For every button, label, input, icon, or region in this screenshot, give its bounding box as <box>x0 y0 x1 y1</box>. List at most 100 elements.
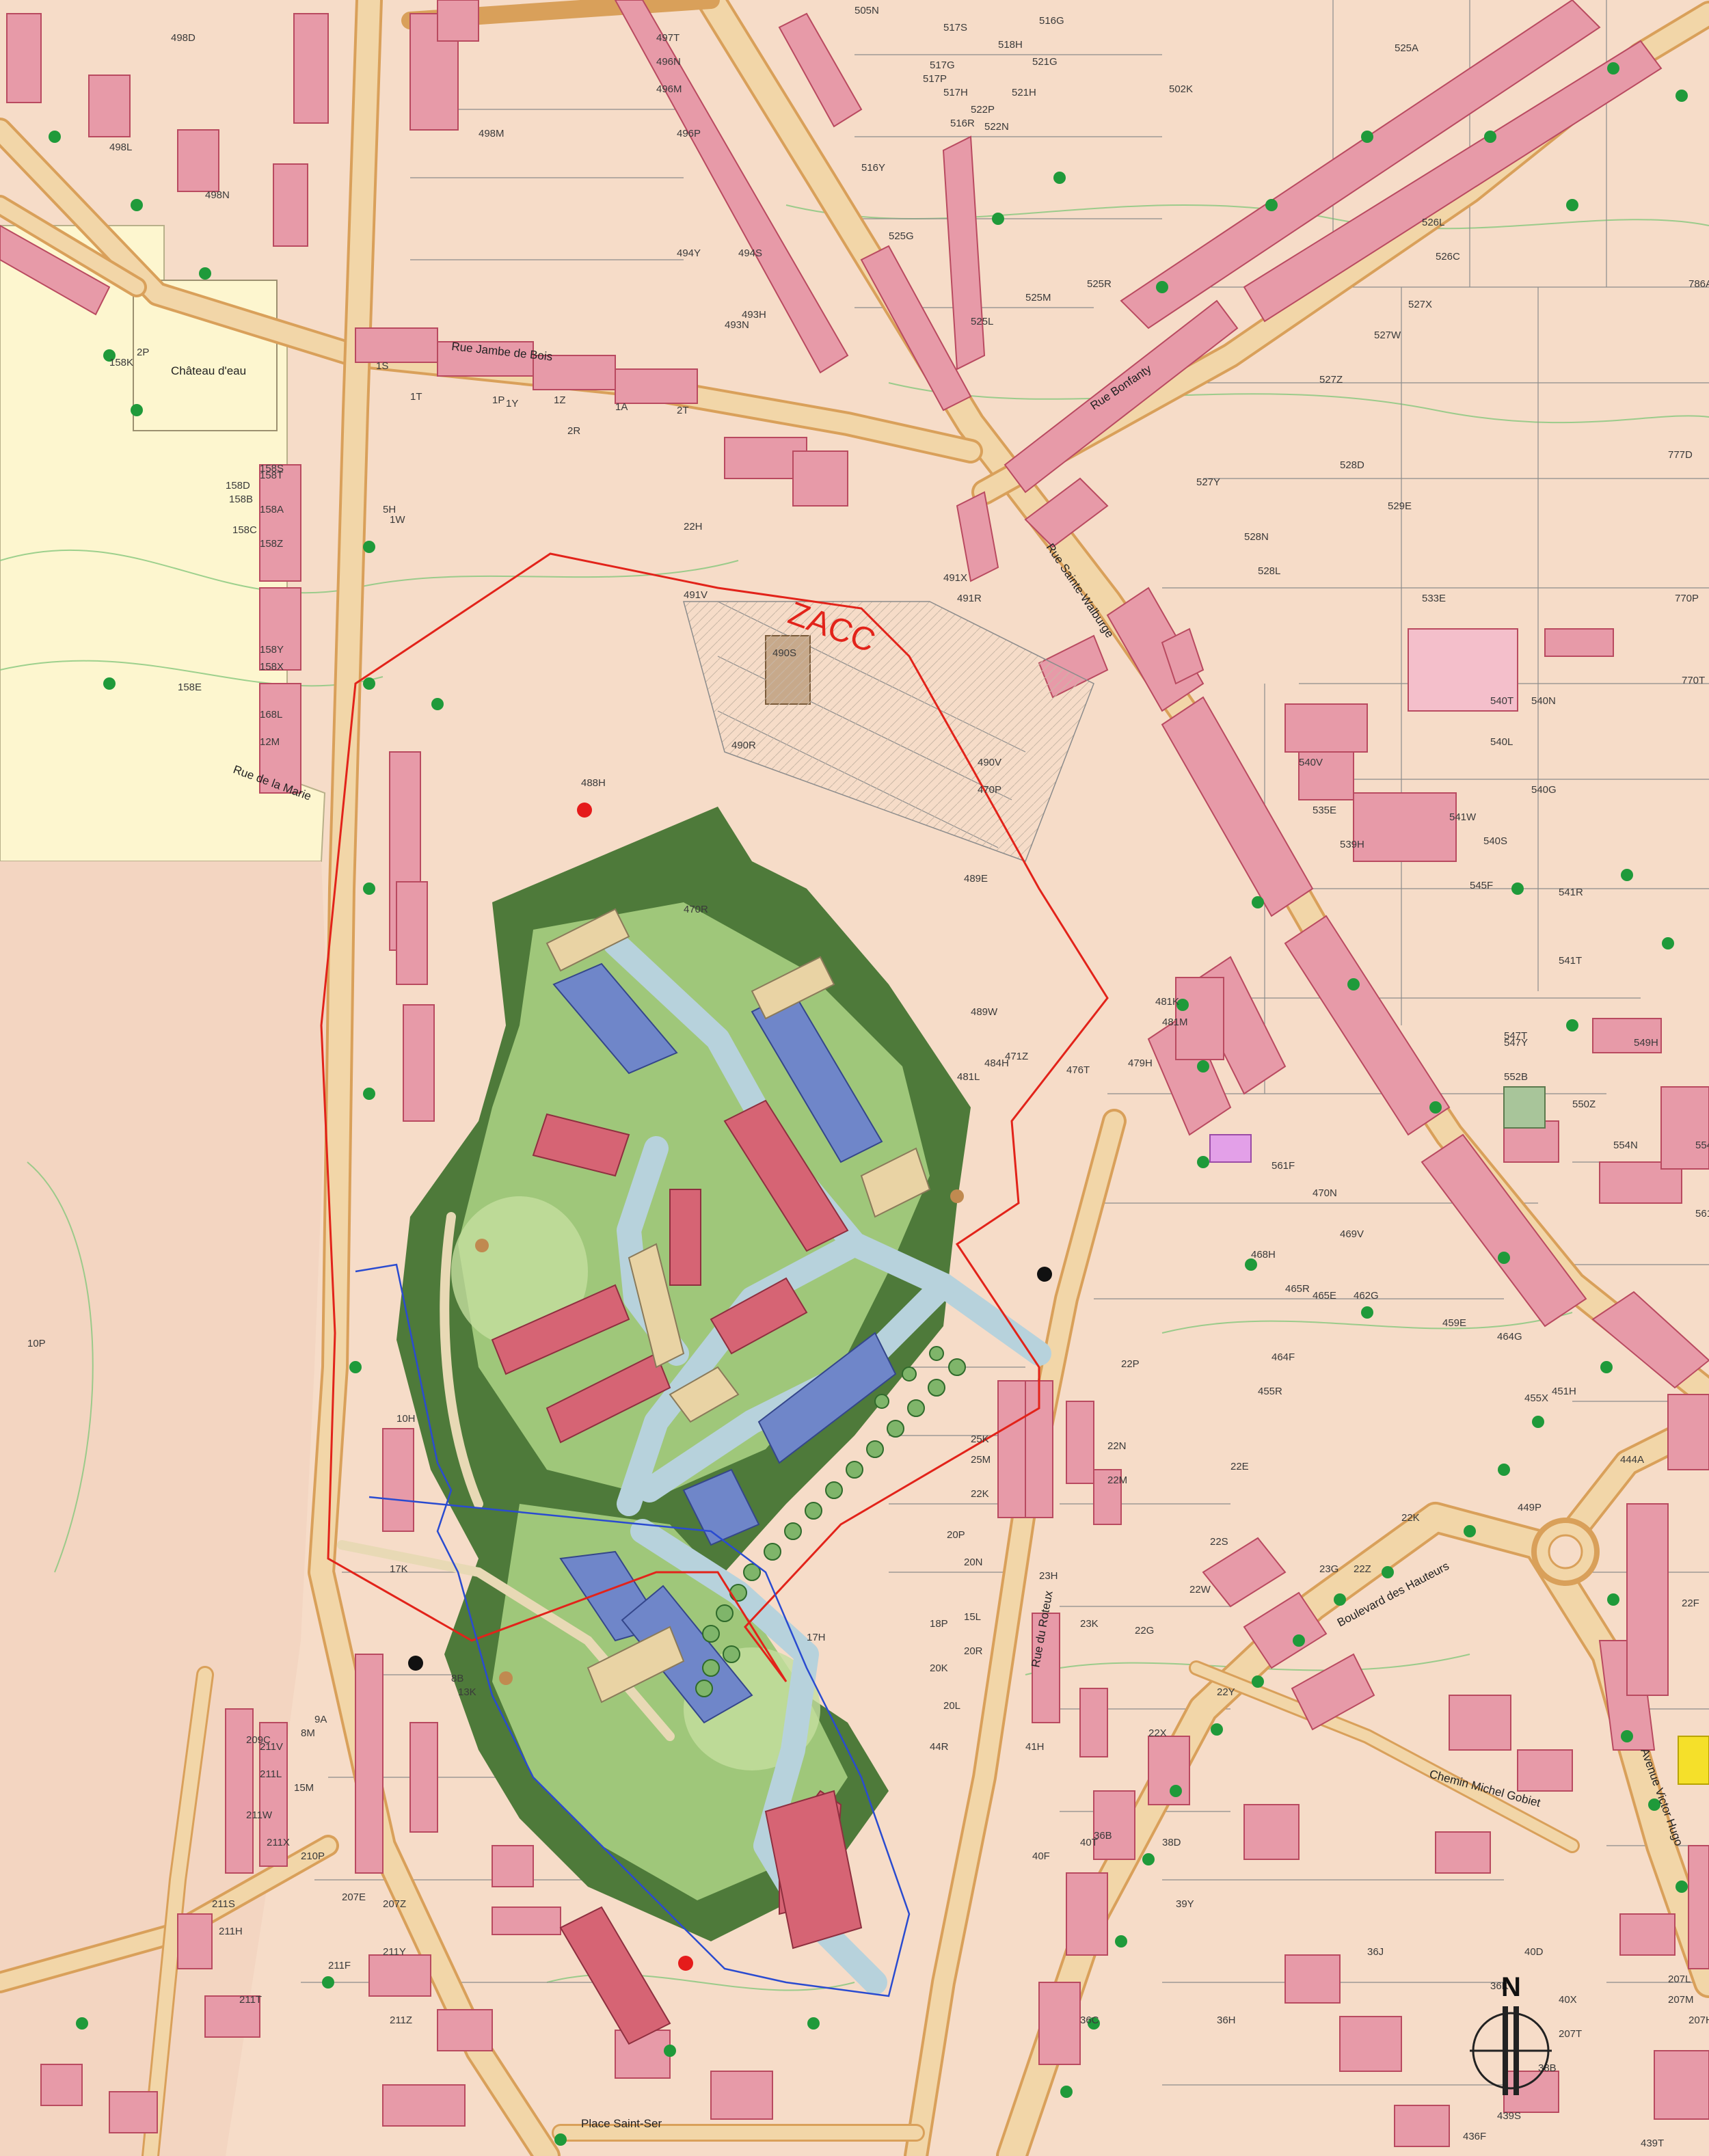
parcel-number-label: 22N <box>1107 1440 1127 1452</box>
parcel-number-label: 44R <box>930 1741 949 1753</box>
parcel-number-label: 481M <box>1162 1016 1188 1028</box>
parcel-number-label: 209C <box>246 1734 271 1746</box>
parcel-number-label: 211W <box>246 1809 273 1821</box>
parcel-number-label: 491X <box>943 572 967 584</box>
parcel-number-label: 210P <box>301 1850 325 1862</box>
parcel-number-label: 533E <box>1422 593 1446 604</box>
parcel-number-label: 2T <box>677 405 689 416</box>
parcel-number-label: 525M <box>1025 292 1051 304</box>
parcel-number-label: 1T <box>410 391 422 403</box>
parcel-number-label: 207Z <box>383 1898 406 1910</box>
parcel-number-label: 436F <box>1463 2131 1486 2142</box>
parcel-number-label: 770P <box>1675 593 1699 604</box>
parcel-number-label: 22Z <box>1354 1563 1371 1575</box>
parcel-number-label: 490S <box>772 647 796 659</box>
parcel-number-label: 40X <box>1559 1994 1577 2006</box>
street-label-chateau-deau: Château d'eau <box>171 364 246 377</box>
parcel-number-label: 494S <box>738 247 762 259</box>
parcel-number-label: 525R <box>1087 278 1112 290</box>
parcel-number-label: 455X <box>1524 1392 1548 1404</box>
parcel-number-label: 158T <box>260 470 283 481</box>
parcel-number-label: 494Y <box>677 247 701 259</box>
parcel-number-label: 521G <box>1032 56 1058 68</box>
yellow-facility <box>1678 1736 1709 1785</box>
parcel-number-label: 550Z <box>1572 1099 1596 1110</box>
parcel-number-label: 2P <box>137 347 149 358</box>
parcel-number-label: 540S <box>1483 835 1507 847</box>
parcel-number-label: 207E <box>342 1891 366 1903</box>
parcel-number-label: 207T <box>1559 2028 1582 2040</box>
parcel-number-label: 462G <box>1354 1290 1379 1302</box>
parcel-number-label: 468H <box>1251 1249 1276 1261</box>
parcel-number-label: 158K <box>109 357 133 368</box>
parcel-number-label: 211T <box>239 1994 262 2006</box>
parcel-number-label: 22H <box>684 521 703 533</box>
parcel-number-label: 489W <box>971 1006 998 1018</box>
parcel-number-label: 211Y <box>383 1946 406 1958</box>
parcel-number-label: 528L <box>1258 565 1280 577</box>
parcel-number-label: 470R <box>684 904 708 915</box>
parcel-number-label: 20P <box>947 1529 965 1541</box>
parcel-number-label: 469V <box>1340 1228 1364 1240</box>
parcel-number-label: 497T <box>656 32 679 44</box>
parcel-number-label: 2R <box>567 425 580 437</box>
parcel-number-label: 9A <box>314 1714 327 1725</box>
parcel-number-label: 8B <box>451 1673 463 1684</box>
parcel-number-label: 493N <box>725 319 749 331</box>
parcel-number-label: 547T <box>1504 1030 1527 1042</box>
parcel-number-label: 777D <box>1668 449 1693 461</box>
parcel-number-label: 464G <box>1497 1331 1522 1343</box>
parcel-number-label: 22K <box>1401 1512 1420 1524</box>
parcel-number-label: 540N <box>1531 695 1556 707</box>
marker-red-north <box>577 803 592 818</box>
parcel-number-label: 207H <box>1688 2014 1709 2026</box>
north-label: N <box>1501 1972 1521 2002</box>
parcel-number-label: 517P <box>923 73 947 85</box>
parcel-number-label: 554N <box>1613 1140 1638 1151</box>
marker-black-east <box>1037 1267 1052 1282</box>
parcel-number-label: 541T <box>1559 955 1582 967</box>
parcel-number-label: 22Y <box>1217 1686 1235 1698</box>
parcel-number-label: 158D <box>226 480 250 491</box>
parcel-number-label: 465R <box>1285 1283 1310 1295</box>
parcel-number-label: 498L <box>109 142 132 153</box>
parcel-number-label: 540L <box>1490 736 1513 748</box>
parcel-number-label: 23G <box>1319 1563 1338 1575</box>
parcel-number-label: 1W <box>390 514 405 526</box>
parcel-number-label: 525L <box>971 316 993 327</box>
parcel-number-label: 526C <box>1436 251 1460 262</box>
parcel-number-label: 22S <box>1210 1536 1228 1548</box>
site-plan-map: ZACC Rue Jambe de Bois Rue Sainte-Walbur… <box>0 0 1709 2156</box>
parcel-number-label: 10H <box>396 1413 416 1425</box>
parcel-number-label: 22M <box>1107 1474 1127 1486</box>
parcel-number-label: 545F <box>1470 880 1493 891</box>
parcel-number-label: 23H <box>1039 1570 1058 1582</box>
parcel-number-label: 22P <box>1121 1358 1140 1370</box>
parcel-number-label: 36J <box>1367 1946 1384 1958</box>
parcel-number-label: 527Z <box>1319 374 1343 386</box>
parcel-number-label: 488H <box>581 777 606 789</box>
parcel-number-label: 439S <box>1497 2110 1521 2122</box>
parcel-number-label: 535E <box>1313 805 1336 816</box>
parcel-number-label: 539H <box>1340 839 1364 850</box>
parcel-number-label: 13K <box>458 1686 476 1698</box>
parcel-number-label: 529E <box>1388 500 1412 512</box>
parcel-number-label: 528N <box>1244 531 1269 543</box>
parcel-number-label: 476T <box>1066 1064 1090 1076</box>
parcel-number-label: 540G <box>1531 784 1557 796</box>
parcel-number-label: 8M <box>301 1727 315 1739</box>
parcel-number-label: 439T <box>1641 2138 1664 2149</box>
parcel-number-label: 502K <box>1169 83 1193 95</box>
parcel-number-label: 527X <box>1408 299 1432 310</box>
parcel-number-label: 470N <box>1313 1187 1337 1199</box>
parcel-number-label: 786A <box>1688 278 1709 290</box>
parcel-number-label: 36H <box>1217 2014 1236 2026</box>
parcel-number-label: 10P <box>27 1338 46 1349</box>
parcel-number-label: 1A <box>615 401 628 413</box>
parcel-number-label: 496M <box>656 83 682 95</box>
parcel-number-label: 552B <box>1504 1071 1528 1083</box>
parcel-number-label: 17H <box>807 1632 826 1643</box>
parcel-number-label: 20L <box>943 1700 960 1712</box>
parcel-number-label: 211X <box>267 1837 290 1848</box>
parcel-number-label: 22W <box>1189 1584 1211 1595</box>
